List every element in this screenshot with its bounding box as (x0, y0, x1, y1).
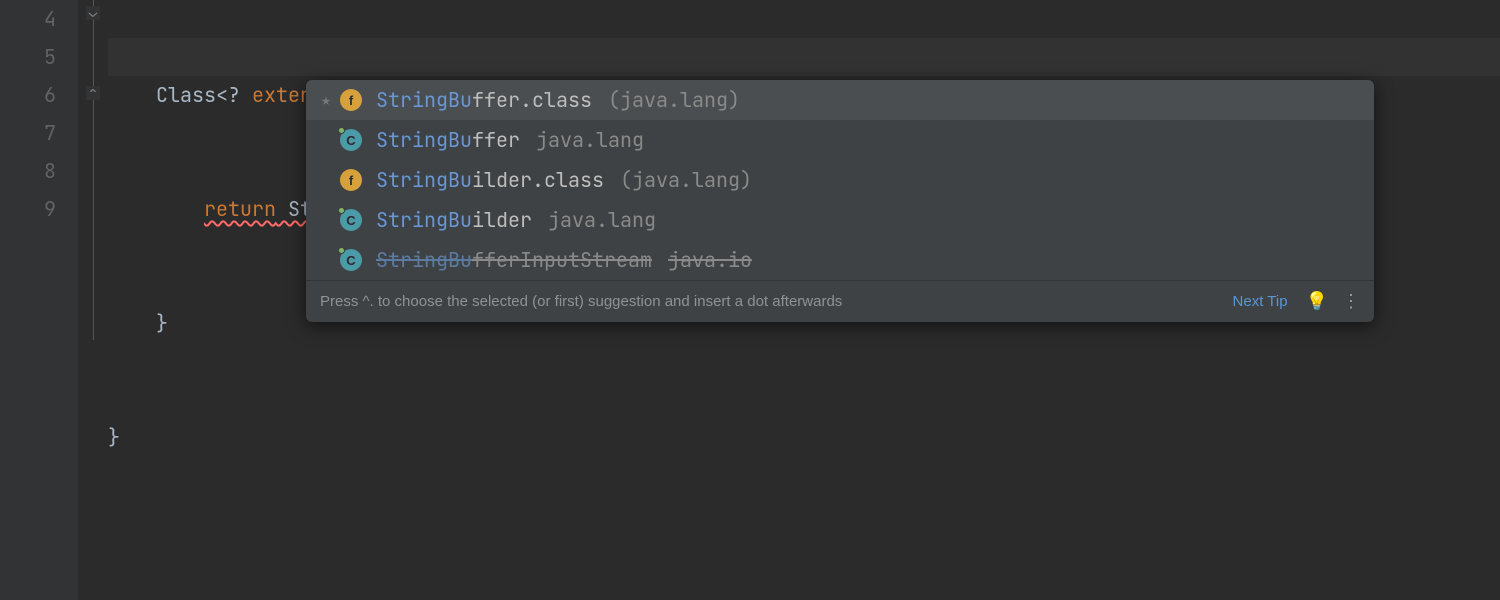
completion-package: java.lang (548, 201, 656, 239)
completion-item[interactable]: ★CStringBufferjava.lang (306, 120, 1374, 160)
completion-label: StringBuffer.class (376, 81, 592, 119)
completion-match-fragment: StringBu (376, 127, 472, 153)
completion-rest-fragment: fferInputStream (472, 247, 652, 273)
line-number: 8 (0, 152, 56, 190)
completion-package: java.io (668, 241, 752, 279)
completion-rest-fragment: ilder.class (472, 167, 604, 193)
public-marker-icon (338, 127, 345, 134)
intention-bulb-icon[interactable]: 💡 (1306, 291, 1328, 312)
more-options-icon[interactable]: ⋮ (1342, 291, 1360, 312)
class-badge-icon: C (340, 209, 362, 231)
completion-item[interactable]: ★CStringBuilderjava.lang (306, 200, 1374, 240)
completion-match-fragment: StringBu (376, 87, 472, 113)
code-line: } (108, 418, 1500, 456)
completion-match-fragment: StringBu (376, 247, 472, 273)
public-marker-icon (338, 247, 345, 254)
fold-end-icon[interactable]: ⌃ (86, 86, 100, 100)
completion-label: StringBuilder (376, 201, 532, 239)
fold-column: ⌄ ⌃ (78, 0, 108, 600)
code-completion-popup: ★fStringBuffer.class(java.lang)★CStringB… (306, 80, 1374, 322)
completion-item[interactable]: ★fStringBuilder.class(java.lang) (306, 160, 1374, 200)
public-marker-icon (338, 207, 345, 214)
class-badge-icon: C (340, 249, 362, 271)
field-badge-icon: f (340, 169, 362, 191)
completion-rest-fragment: ffer.class (472, 87, 592, 113)
completion-package: (java.lang) (620, 161, 752, 199)
line-number: 7 (0, 114, 56, 152)
completion-item[interactable]: ★f StringBuffer.class (java.lang) (306, 80, 1374, 120)
completion-match-fragment: StringBu (376, 207, 472, 233)
completion-label: StringBufferInputStream (376, 241, 652, 279)
completion-footer: Press ^. to choose the selected (or firs… (306, 280, 1374, 322)
completion-rest-fragment: ffer (472, 127, 520, 153)
completion-hint-text: Press ^. to choose the selected (or firs… (320, 293, 1217, 310)
completion-package: (java.lang) (608, 81, 740, 119)
completion-rest-fragment: ilder (472, 207, 532, 233)
completion-package: java.lang (536, 121, 644, 159)
line-number: 9 (0, 190, 56, 228)
next-tip-link[interactable]: Next Tip (1233, 293, 1288, 310)
fold-toggle-icon[interactable]: ⌄ (86, 6, 100, 20)
best-match-star-icon: ★ (316, 81, 336, 119)
line-number: 5 (0, 38, 56, 76)
line-number: 4 (0, 0, 56, 38)
field-badge-icon: f (340, 89, 362, 111)
completion-item[interactable]: ★CStringBufferInputStreamjava.io (306, 240, 1374, 280)
completion-label: StringBuilder.class (376, 161, 604, 199)
line-number: 6 (0, 76, 56, 114)
completion-match-fragment: StringBu (376, 167, 472, 193)
line-number-gutter: 4 5 6 7 8 9 (0, 0, 78, 600)
class-badge-icon: C (340, 129, 362, 151)
completion-label: StringBuffer (376, 121, 520, 159)
fold-guide-line (93, 0, 94, 340)
